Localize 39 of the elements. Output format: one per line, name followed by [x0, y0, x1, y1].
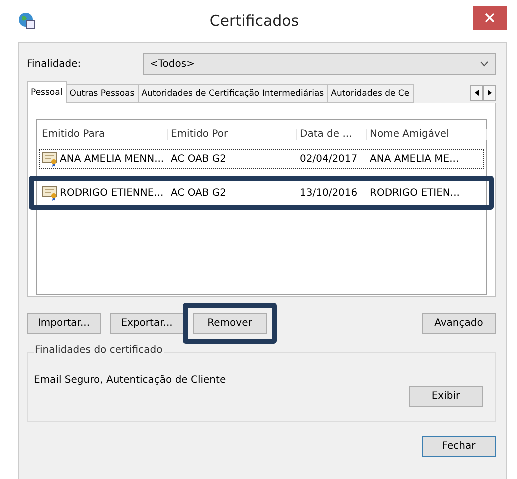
scroll-left-button[interactable] — [470, 85, 483, 101]
close-button[interactable] — [473, 6, 507, 30]
tab[interactable]: Outras Pessoas — [66, 84, 139, 103]
table-cell-text: AC OAB G2 — [170, 188, 228, 198]
purpose-dropdown[interactable]: <Todos> — [143, 53, 496, 75]
purposes-text: Email Seguro, Autenticação de Cliente — [34, 375, 228, 386]
advanced-button[interactable]: Avançado — [422, 313, 496, 334]
close-dialog-button[interactable]: Fechar — [422, 436, 496, 457]
table-cell-text: RODRIGO ETIEN... — [369, 188, 461, 198]
column-header[interactable]: Nome Amigável — [367, 128, 487, 140]
column-header[interactable]: Emitido Por — [168, 128, 297, 140]
table-cell: RODRIGO ETIENNE... — [60, 188, 164, 198]
table-cell-text: 02/04/2017 — [299, 154, 359, 164]
tab[interactable]: Autoridades de Ce — [327, 84, 414, 103]
triangle-right-icon — [488, 90, 492, 96]
view-button[interactable]: Exibir — [409, 386, 483, 407]
tab[interactable]: Autoridades de Certificação Intermediárias — [138, 84, 328, 103]
close-icon — [485, 13, 495, 23]
purpose-label: Finalidade: — [27, 58, 82, 70]
globe-certificate-icon — [18, 12, 36, 30]
table-cell: ANA AMELIA MENN... — [60, 154, 164, 164]
certificate-icon — [42, 185, 58, 201]
certificate-row[interactable]: RODRIGO ETIENNE... AC OAB G2 13/10/2016 RODRIGO ETIEN... — [39, 183, 484, 203]
triangle-left-icon — [474, 90, 478, 96]
action-button[interactable]: Exportar... — [110, 313, 184, 334]
action-button[interactable]: Remover — [193, 313, 267, 334]
window-title: Certificados — [208, 12, 300, 30]
action-button[interactable]: Importar... — [27, 313, 101, 334]
certificate-row[interactable]: ANA AMELIA MENN... AC OAB G2 02/04/2017 ANA AMELIA ME... — [39, 149, 484, 169]
table-cell-text: ANA AMELIA ME... — [369, 154, 460, 164]
scroll-right-button[interactable] — [483, 85, 496, 101]
table-cell-text: 13/10/2016 — [299, 188, 359, 198]
column-header[interactable]: Data de ... — [297, 128, 367, 140]
tab[interactable]: Pessoal — [27, 81, 67, 103]
certificate-icon — [42, 151, 58, 167]
column-header[interactable]: Emitido Para — [39, 128, 168, 140]
chevron-down-icon — [480, 61, 489, 67]
group-title: Finalidades do certificado — [34, 345, 164, 356]
table-cell-text: AC OAB G2 — [170, 154, 228, 164]
